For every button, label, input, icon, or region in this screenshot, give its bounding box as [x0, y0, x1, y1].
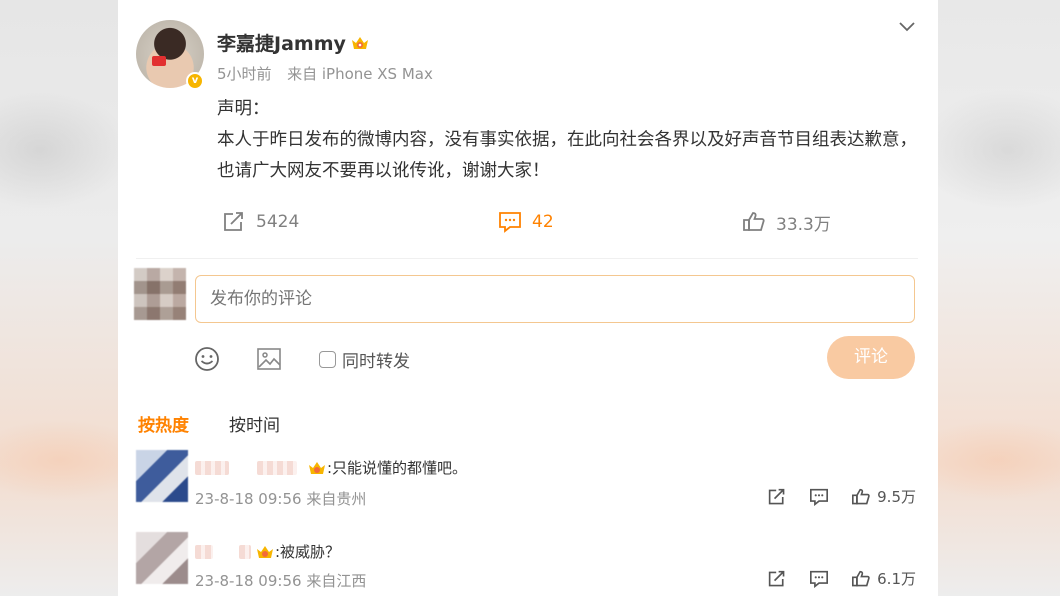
comment-like-count: 6.1万 — [877, 570, 916, 588]
repost-button[interactable]: 5424 — [222, 206, 299, 238]
post-time[interactable]: 5小时前 — [217, 65, 272, 83]
repost-checkbox[interactable] — [319, 350, 336, 368]
composer-tools: 同时转发 — [118, 340, 938, 380]
comment-icon[interactable] — [809, 570, 829, 588]
post-content-text: 本人于昨日发布的微博内容，没有事实依据，在此向社会各界以及好声音节目组表达歉意，… — [217, 130, 917, 181]
comment-location: 来自贵州 — [306, 490, 367, 508]
author-name-row: 李嘉捷Jammy — [217, 29, 370, 56]
thumbs-up-icon — [852, 570, 870, 586]
comment-icon — [498, 211, 522, 233]
comment-meta: 23-8-18 09:56 来自江西 — [195, 570, 366, 591]
comment-item: :只能说懂的都懂吧。 23-8-18 09:56 来自贵州 9.5万 — [118, 448, 938, 518]
repost-toggle[interactable]: 同时转发 — [319, 346, 410, 372]
post-meta: 5小时前 来自 iPhone XS Max — [217, 63, 433, 84]
comment-item: :被威胁？ 23-8-18 09:56 来自江西 6.1万 — [118, 530, 938, 596]
post-actions: 5424 42 33.3万 — [118, 206, 938, 238]
comment-meta: 23-8-18 09:56 来自贵州 — [195, 488, 366, 509]
comment-sort-tabs: 按热度 按时间 — [138, 411, 280, 436]
comment-input[interactable] — [195, 275, 915, 323]
repost-toggle-label: 同时转发 — [342, 351, 410, 372]
comment-like-count: 9.5万 — [877, 488, 916, 506]
weibo-post-card: v 李嘉捷Jammy 5小时前 来自 iPhone XS Max 声明： 本人于… — [118, 0, 938, 596]
comment-like-button[interactable]: 9.5万 — [851, 486, 916, 507]
image-icon[interactable] — [256, 346, 282, 372]
chevron-down-icon[interactable] — [897, 18, 917, 34]
post-content-heading: 声明： — [217, 99, 270, 119]
comment-actions: 9.5万 — [767, 486, 916, 507]
commenter-avatar[interactable] — [136, 532, 188, 584]
comment-text: :只能说懂的都懂吧。 — [327, 459, 468, 477]
commenter-name-blurred[interactable] — [195, 544, 213, 559]
commenter-avatar[interactable] — [136, 450, 188, 502]
thumbs-up-icon — [742, 211, 766, 233]
comment-button[interactable]: 42 — [498, 206, 554, 238]
like-count: 33.3万 — [776, 214, 831, 235]
verified-badge-icon: v — [186, 72, 204, 90]
repost-icon[interactable] — [767, 488, 787, 506]
comment-like-button[interactable]: 6.1万 — [851, 568, 916, 589]
comment-date: 23-8-18 09:56 — [195, 572, 302, 590]
post-source: 来自 iPhone XS Max — [287, 65, 433, 83]
vip-crown-icon — [350, 34, 370, 52]
emoji-icon[interactable] — [194, 346, 220, 372]
thumbs-up-icon — [852, 488, 870, 504]
like-button[interactable]: 33.3万 — [742, 206, 831, 238]
author-name[interactable]: 李嘉捷Jammy — [217, 29, 346, 56]
comment-header: :被威胁？ — [195, 541, 340, 562]
post-content: 声明： 本人于昨日发布的微博内容，没有事实依据，在此向社会各界以及好声音节目组表… — [217, 94, 917, 187]
commenter-name-blurred[interactable] — [239, 544, 251, 559]
comment-text: :被威胁？ — [275, 543, 341, 561]
comment-count: 42 — [532, 212, 554, 232]
repost-count: 5424 — [256, 212, 300, 232]
comment-actions: 6.1万 — [767, 568, 916, 589]
repost-icon — [222, 211, 246, 233]
vip-crown-icon — [255, 543, 275, 561]
vip-crown-icon — [307, 459, 327, 477]
tab-sort-time[interactable]: 按时间 — [229, 411, 280, 436]
current-user-avatar — [134, 268, 186, 320]
flag-sticker — [152, 56, 166, 66]
commenter-name-blurred[interactable] — [195, 460, 229, 475]
comment-icon[interactable] — [809, 488, 829, 506]
tab-sort-hot[interactable]: 按热度 — [138, 411, 189, 436]
commenter-name-blurred[interactable] — [257, 460, 297, 475]
submit-comment-button[interactable]: 评论 — [827, 336, 915, 379]
divider — [136, 258, 918, 259]
background-blur-right — [938, 0, 1060, 596]
comment-location: 来自江西 — [306, 572, 367, 590]
background-blur-left — [0, 0, 118, 596]
comment-date: 23-8-18 09:56 — [195, 490, 302, 508]
repost-icon[interactable] — [767, 570, 787, 588]
comment-header: :只能说懂的都懂吧。 — [195, 457, 467, 478]
